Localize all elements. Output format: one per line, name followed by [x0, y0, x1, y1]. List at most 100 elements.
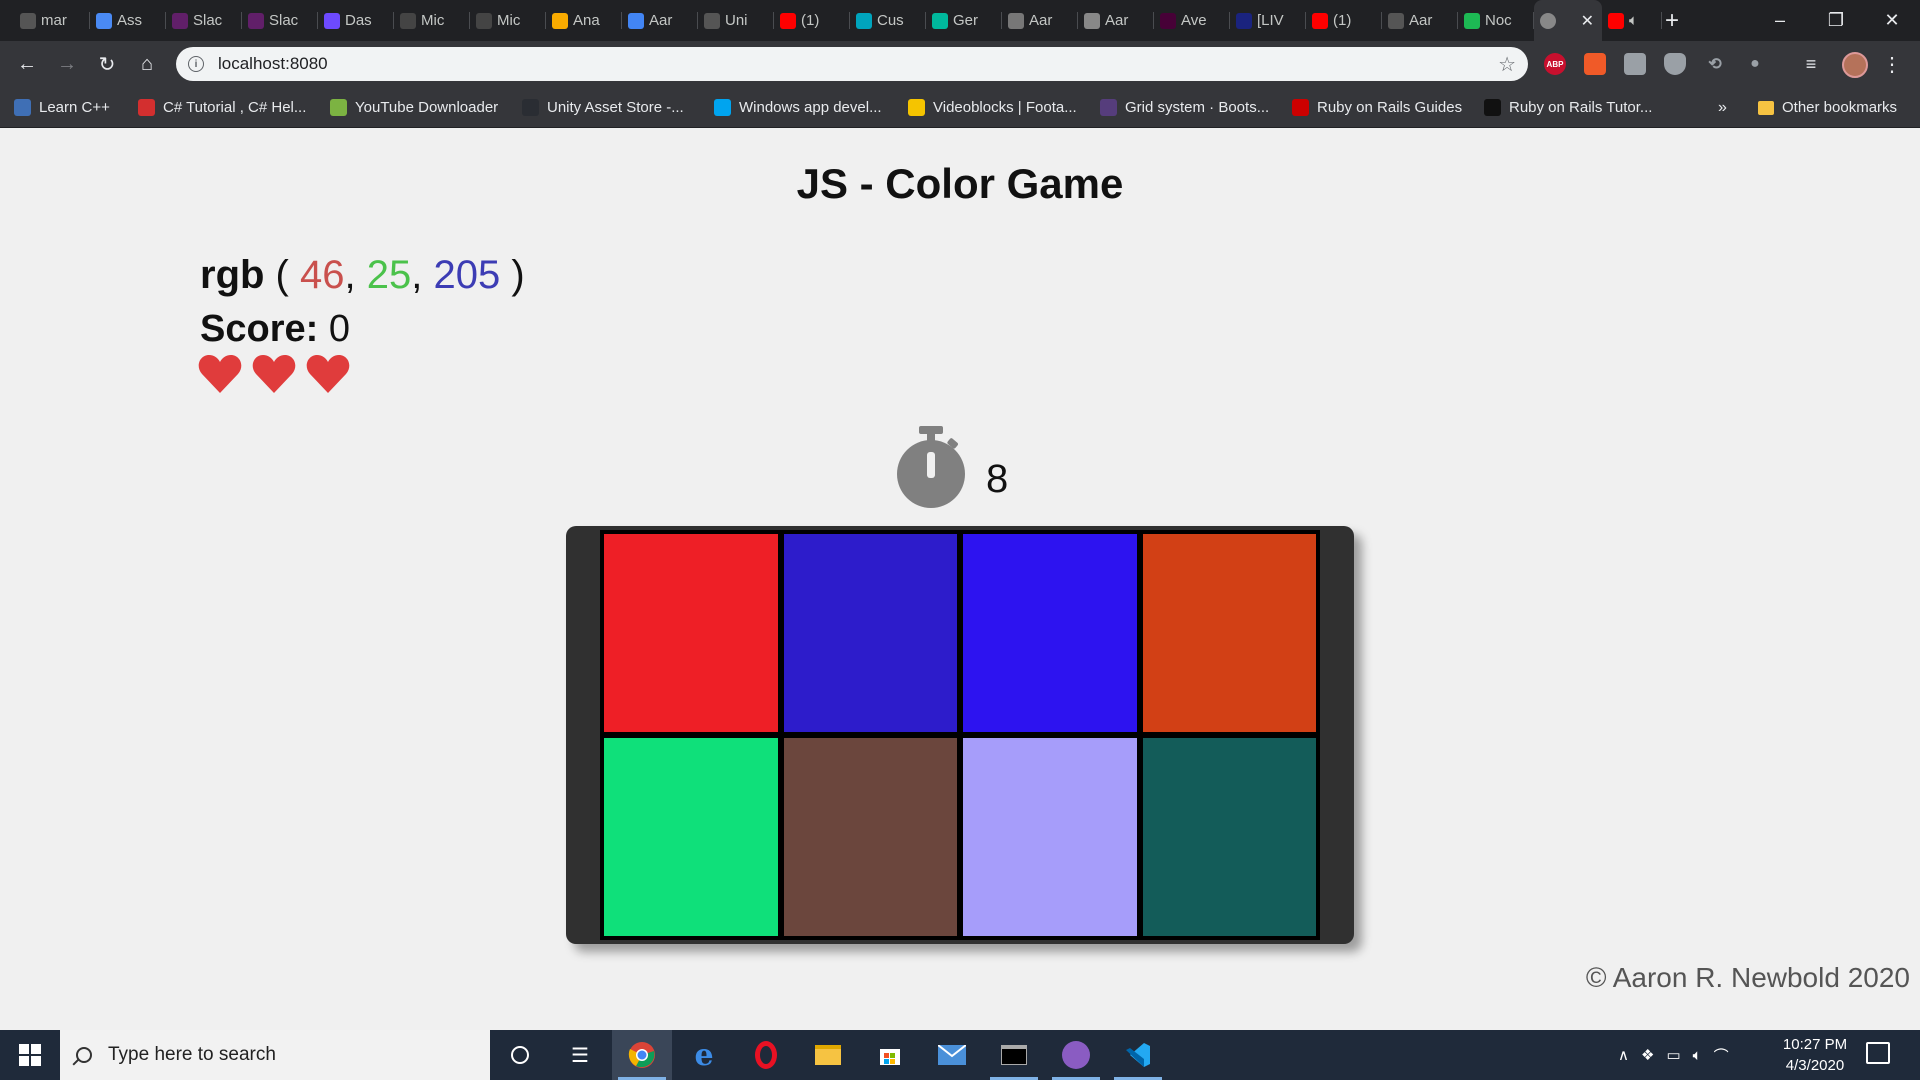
bookmark-item[interactable]: Ruby on Rails Guides: [1292, 87, 1462, 128]
chrome-menu-icon[interactable]: ⋮: [1882, 52, 1902, 77]
bookmark-item[interactable]: C# Tutorial , C# Hel...: [138, 87, 306, 128]
browser-tab[interactable]: Ave: [1154, 0, 1230, 41]
taskbar-clock[interactable]: 10:27 PM 4/3/2020: [1772, 1034, 1858, 1076]
extension-orange-icon[interactable]: [1584, 53, 1606, 75]
new-tab-button[interactable]: +: [1657, 0, 1687, 41]
browser-tab[interactable]: Aar: [1078, 0, 1154, 41]
browser-tab[interactable]: Slac: [242, 0, 318, 41]
browser-tab[interactable]: Cus: [850, 0, 926, 41]
tab-title: Aar: [649, 12, 673, 29]
hexagon-icon: [96, 12, 112, 29]
browser-tab[interactable]: Mic: [394, 0, 470, 41]
restore-button[interactable]: ❐: [1808, 0, 1864, 41]
taskbar-mail[interactable]: [922, 1030, 982, 1080]
mural-icon: [400, 12, 416, 29]
minimize-button[interactable]: –: [1752, 0, 1808, 41]
browser-tab[interactable]: (1): [774, 0, 850, 41]
slack-icon: [172, 12, 188, 29]
color-square[interactable]: [963, 738, 1137, 936]
browser-tab[interactable]: (1): [1306, 0, 1382, 41]
taskbar-opera[interactable]: [736, 1030, 796, 1080]
rgb-blue-value: 205: [433, 253, 501, 297]
browser-tab[interactable]: Ana: [546, 0, 622, 41]
tab-title: Das: [345, 12, 372, 29]
folder-icon: [1758, 100, 1774, 115]
taskbar-file-explorer[interactable]: [798, 1030, 858, 1080]
color-square[interactable]: [604, 738, 778, 936]
media-queue-icon[interactable]: ≡: [1800, 53, 1822, 75]
bookmark-item[interactable]: YouTube Downloader: [330, 87, 498, 128]
taskbar-github-desktop[interactable]: [1046, 1030, 1106, 1080]
volume-icon[interactable]: 🔈︎: [1693, 1047, 1702, 1064]
hand-icon: [1084, 12, 1100, 29]
search-icon: [76, 1047, 92, 1063]
browser-tab[interactable]: Aar: [1002, 0, 1078, 41]
system-tray: ∧ ❖ ▭ 🔈︎ ⌒: [1618, 1030, 1729, 1080]
adblock-icon[interactable]: ABP: [1544, 53, 1566, 75]
extension-gray-icon[interactable]: [1624, 53, 1646, 75]
browser-tab[interactable]: mar: [14, 0, 90, 41]
taskbar-search-box[interactable]: Type here to search: [60, 1030, 490, 1080]
action-center-icon[interactable]: [1866, 1042, 1890, 1064]
bookmark-item[interactable]: Windows app devel...: [714, 87, 882, 128]
browser-tab[interactable]: Slac: [166, 0, 242, 41]
tab-title: Ana: [573, 12, 600, 29]
bookmark-item[interactable]: Grid system · Boots...: [1100, 87, 1269, 128]
browser-tab[interactable]: [LIV: [1230, 0, 1306, 41]
taskbar-edge[interactable]: e: [674, 1030, 734, 1080]
browser-tab[interactable]: Das: [318, 0, 394, 41]
back-button[interactable]: ←: [10, 41, 44, 87]
browser-tab[interactable]: 🔈︎: [1602, 0, 1662, 41]
browser-tab[interactable]: Mic: [470, 0, 546, 41]
extension-arc-icon[interactable]: ⟲: [1704, 53, 1726, 75]
browser-tab[interactable]: Aar: [622, 0, 698, 41]
bookmark-item[interactable]: Ruby on Rails Tutor...: [1484, 87, 1652, 128]
tab-audio-icon[interactable]: 🔈︎: [1629, 12, 1638, 29]
color-square[interactable]: [1142, 534, 1316, 732]
browser-tab[interactable]: Aar: [1382, 0, 1458, 41]
bookmark-star-icon[interactable]: ☆: [1498, 52, 1516, 77]
taskbar-vscode[interactable]: [1108, 1030, 1168, 1080]
bookmark-item[interactable]: Videoblocks | Foota...: [908, 87, 1077, 128]
bookmark-item[interactable]: Learn C++: [14, 87, 110, 128]
cortana-icon: [511, 1046, 529, 1064]
shield-icon[interactable]: [1664, 53, 1686, 75]
browser-tab-active[interactable]: ✕: [1534, 0, 1602, 41]
close-tab-icon[interactable]: ✕: [1581, 11, 1594, 31]
tab-title: Ger: [953, 12, 979, 29]
color-square[interactable]: [1142, 738, 1316, 936]
dropbox-icon[interactable]: ❖: [1641, 1046, 1654, 1064]
bookmarks-overflow-chevron[interactable]: »: [1718, 87, 1727, 128]
bookmark-label: C# Tutorial , C# Hel...: [163, 99, 307, 116]
tray-overflow-icon[interactable]: ∧: [1618, 1046, 1629, 1064]
color-square[interactable]: [783, 534, 957, 732]
youtube-icon: [1312, 12, 1328, 29]
rails-icon: [1292, 99, 1309, 116]
close-window-button[interactable]: ✕: [1864, 0, 1920, 41]
color-square[interactable]: [963, 534, 1137, 732]
bookmark-item[interactable]: Unity Asset Store -...: [522, 87, 684, 128]
forward-button[interactable]: →: [50, 41, 84, 87]
battery-icon[interactable]: ▭: [1666, 1046, 1680, 1064]
color-square[interactable]: [783, 738, 957, 936]
extension-person-icon[interactable]: ●: [1744, 53, 1766, 75]
profile-avatar[interactable]: [1842, 52, 1868, 78]
cortana-button[interactable]: [490, 1030, 550, 1080]
browser-tab[interactable]: Ger: [926, 0, 1002, 41]
other-bookmarks-folder[interactable]: Other bookmarks: [1758, 87, 1897, 128]
color-square[interactable]: [604, 534, 778, 732]
home-button[interactable]: ⌂: [130, 41, 164, 87]
browser-tab[interactable]: Ass: [90, 0, 166, 41]
taskbar-terminal[interactable]: [984, 1030, 1044, 1080]
reload-button[interactable]: ↻: [90, 41, 124, 87]
site-info-icon[interactable]: i: [188, 56, 204, 72]
browser-tab[interactable]: Noc: [1458, 0, 1534, 41]
taskbar-store[interactable]: [860, 1030, 920, 1080]
start-button[interactable]: [0, 1030, 60, 1080]
wifi-icon[interactable]: ⌒: [1714, 1045, 1729, 1066]
taskbar-chrome[interactable]: [612, 1030, 672, 1080]
browser-tab[interactable]: Uni: [698, 0, 774, 41]
address-bar[interactable]: i localhost:8080 ☆: [176, 47, 1528, 81]
other-bookmarks-label: Other bookmarks: [1782, 99, 1898, 116]
task-view-button[interactable]: ☰: [550, 1030, 610, 1080]
